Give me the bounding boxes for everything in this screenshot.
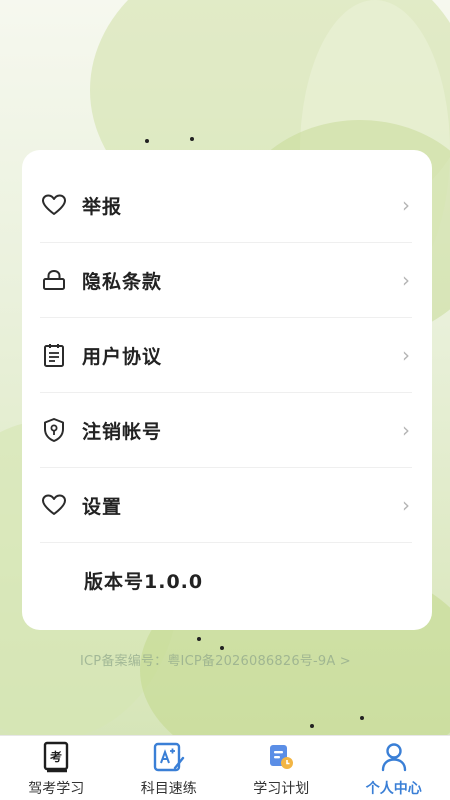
decor-dot xyxy=(360,716,364,720)
tab-subject-practice[interactable]: 科目速练 xyxy=(113,736,226,800)
chevron-right-icon: › xyxy=(402,343,410,367)
tab-driving-study[interactable]: 考 驾考学习 xyxy=(0,736,113,800)
version-row: 版本号1.0.0 xyxy=(40,543,412,618)
decor-dot xyxy=(145,139,149,143)
clipboard-icon xyxy=(40,341,68,369)
chevron-right-icon: › xyxy=(402,493,410,517)
menu-item-user-agreement[interactable]: 用户协议 › xyxy=(40,318,412,393)
chevron-right-icon: › xyxy=(402,193,410,217)
menu-item-privacy[interactable]: 隐私条款 › xyxy=(40,243,412,318)
menu-item-settings[interactable]: 设置 › xyxy=(40,468,412,543)
plan-icon xyxy=(265,740,297,774)
heart-icon xyxy=(40,191,68,219)
decor-dot xyxy=(310,724,314,728)
version-label: 版本号1.0.0 xyxy=(84,571,204,593)
menu-item-label: 举报 xyxy=(82,195,123,218)
icp-record-link[interactable]: ICP备案编号：粤ICP备2026086826号-9A > xyxy=(80,650,351,669)
menu-item-label: 隐私条款 xyxy=(82,270,163,293)
exam-book-icon: 考 xyxy=(40,740,72,774)
decor-dot xyxy=(190,137,194,141)
tab-label: 驾考学习 xyxy=(28,781,85,797)
menu-item-label: 注销帐号 xyxy=(82,420,163,443)
shield-key-icon xyxy=(40,416,68,444)
tab-study-plan[interactable]: 学习计划 xyxy=(225,736,338,800)
tab-label: 科目速练 xyxy=(140,781,197,797)
menu-item-label: 设置 xyxy=(82,495,123,518)
bottom-tab-bar: 考 驾考学习 科目速练 学习计划 个人中心 xyxy=(0,735,450,800)
user-icon xyxy=(378,740,410,774)
lock-icon xyxy=(40,266,68,294)
decor-dot xyxy=(197,637,201,641)
menu-item-delete-account[interactable]: 注销帐号 › xyxy=(40,393,412,468)
exam-badge: 考 xyxy=(50,749,62,764)
tab-personal-center[interactable]: 个人中心 xyxy=(338,736,450,800)
chevron-right-icon: › xyxy=(402,418,410,442)
menu-card: 举报 › 隐私条款 › 用户协议 › 注销帐号 › 设置 › 版本号1.0.0 xyxy=(22,150,432,630)
practice-icon xyxy=(153,740,185,774)
menu-item-label: 用户协议 xyxy=(82,345,163,368)
chevron-right-icon: › xyxy=(402,268,410,292)
tab-label: 学习计划 xyxy=(253,781,310,797)
menu-item-report[interactable]: 举报 › xyxy=(40,168,412,243)
tab-label: 个人中心 xyxy=(365,781,422,797)
heart-icon xyxy=(40,491,68,519)
